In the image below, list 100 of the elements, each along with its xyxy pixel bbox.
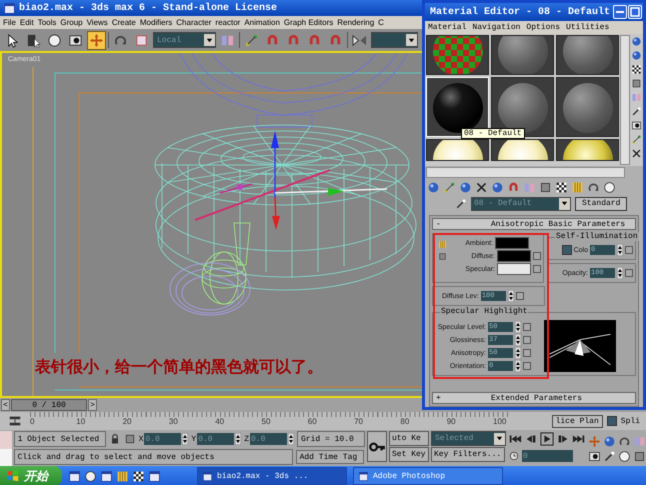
spinner-icon[interactable] <box>515 360 521 372</box>
sphere-preview <box>563 36 613 74</box>
spinner-icon[interactable] <box>288 433 294 445</box>
sphere-icon[interactable] <box>631 36 642 47</box>
clock-icon[interactable] <box>508 450 520 462</box>
checker-icon[interactable] <box>555 181 568 194</box>
sphere-icon[interactable] <box>631 50 642 61</box>
region-icon[interactable] <box>631 120 642 131</box>
square-icon[interactable] <box>633 450 646 462</box>
menu-item[interactable]: Group <box>60 18 83 27</box>
previous-frame-button[interactable]: < <box>1 399 10 411</box>
wand-icon[interactable] <box>603 450 616 462</box>
play-icon[interactable] <box>540 432 554 446</box>
caret-icon <box>560 199 569 208</box>
tick-label: 10 <box>76 417 86 426</box>
checkbox[interactable] <box>562 245 572 255</box>
wand-icon[interactable] <box>455 198 467 210</box>
menu-item[interactable]: Graph Editors <box>284 18 334 27</box>
scrollbar[interactable] <box>620 35 630 165</box>
application-icon[interactable] <box>148 470 161 482</box>
key-filters-button[interactable]: Key Filters... <box>431 447 505 462</box>
map-button[interactable] <box>533 252 541 260</box>
spinner-icon[interactable] <box>508 290 514 302</box>
dropdown[interactable] <box>371 32 418 48</box>
checker-icon[interactable] <box>631 64 642 75</box>
magnet-icon <box>307 32 322 48</box>
coordinate-label: Y <box>191 434 196 444</box>
windows-flag-icon <box>6 469 20 483</box>
cross-icon[interactable] <box>631 148 642 159</box>
highlight-curve-drawing <box>544 320 616 372</box>
menu-item[interactable]: File <box>3 18 16 27</box>
menu-item[interactable]: Rendering <box>337 18 374 27</box>
square-icon[interactable] <box>124 433 136 445</box>
color-swatch <box>0 448 12 466</box>
next-frame-button[interactable]: > <box>88 399 97 411</box>
spinner-icon[interactable] <box>182 433 188 445</box>
sphere-icon[interactable] <box>427 181 440 194</box>
map-button[interactable] <box>533 265 541 273</box>
color-swatch[interactable] <box>495 237 529 249</box>
checkbox[interactable] <box>606 416 617 426</box>
taskbar-button[interactable]: biao2.max - 3ds ... <box>197 467 347 485</box>
menu-item[interactable]: Animation <box>244 18 280 27</box>
spinner-icon[interactable] <box>617 267 623 279</box>
square-icon[interactable] <box>631 78 642 89</box>
material-type-button[interactable]: Standard <box>575 196 628 210</box>
menu-item[interactable]: Views <box>86 18 108 27</box>
add-time-tag-button[interactable]: Add Time Tag <box>296 450 364 464</box>
key-button[interactable] <box>367 431 387 462</box>
material-slot[interactable] <box>426 139 489 161</box>
maximize-button[interactable] <box>628 5 642 19</box>
spinner-icon[interactable] <box>515 321 521 333</box>
menu-item[interactable]: Options <box>526 23 560 32</box>
scrollbar[interactable] <box>426 167 625 178</box>
menu-item[interactable]: Edit <box>20 18 34 27</box>
checker-icon[interactable] <box>132 470 145 482</box>
sphere-icon[interactable] <box>491 181 504 194</box>
stripes-icon[interactable] <box>438 240 447 249</box>
spinner-icon[interactable] <box>515 347 521 359</box>
circle-icon[interactable] <box>603 181 616 194</box>
tick-label: 80 <box>400 417 410 426</box>
menu-item[interactable]: Utilities <box>566 23 610 32</box>
menu-item[interactable]: reactor <box>215 18 240 27</box>
nodes-icon[interactable] <box>631 134 642 145</box>
rotate-icon[interactable] <box>618 434 631 448</box>
spinner-icon[interactable] <box>515 334 521 346</box>
rotate-icon[interactable] <box>587 181 600 194</box>
spinner-icon[interactable] <box>235 433 242 445</box>
menu-item[interactable]: Modifiers <box>140 18 172 27</box>
wand-icon[interactable] <box>631 106 642 117</box>
menu-item[interactable]: C <box>378 18 384 27</box>
application-icon[interactable] <box>68 470 81 482</box>
group-title: Self-Illumination <box>555 232 639 241</box>
square-icon[interactable] <box>438 252 447 261</box>
menu-item[interactable]: Navigation <box>472 23 520 32</box>
magnet-icon[interactable] <box>507 181 520 194</box>
circle-icon[interactable] <box>84 470 97 482</box>
application-icon[interactable] <box>100 470 113 482</box>
menu-item[interactable]: Create <box>112 18 136 27</box>
material-slot[interactable] <box>556 139 619 161</box>
nodes-icon[interactable] <box>443 181 456 194</box>
menu-item[interactable]: Material <box>428 23 466 32</box>
minimize-button[interactable] <box>613 5 628 19</box>
slice-plane-button[interactable]: lice Plan <box>552 414 603 428</box>
circle-icon[interactable] <box>618 450 631 462</box>
set-key-button[interactable]: Set Key <box>389 447 429 462</box>
menu-item[interactable]: Character <box>176 18 212 27</box>
taskbar-button[interactable]: Adobe Photoshop <box>353 467 503 485</box>
time-slider-thumb[interactable]: 0 / 100 <box>11 399 87 411</box>
auto-key-button[interactable]: uto Ke <box>389 431 429 446</box>
square-icon[interactable] <box>539 181 552 194</box>
spinner-icon[interactable] <box>617 244 623 256</box>
cross-icon[interactable] <box>475 181 488 194</box>
region-icon[interactable] <box>588 450 601 462</box>
color-swatch[interactable] <box>497 263 531 275</box>
timeline-icon[interactable] <box>8 414 22 428</box>
material-slot[interactable] <box>491 139 554 161</box>
color-swatch[interactable] <box>497 250 531 262</box>
rollout-header[interactable]: - Anisotropic Basic Parameters <box>432 218 636 230</box>
menu-item[interactable]: Tools <box>38 18 56 27</box>
rollout-header[interactable]: + Extended Parameters <box>432 392 636 404</box>
